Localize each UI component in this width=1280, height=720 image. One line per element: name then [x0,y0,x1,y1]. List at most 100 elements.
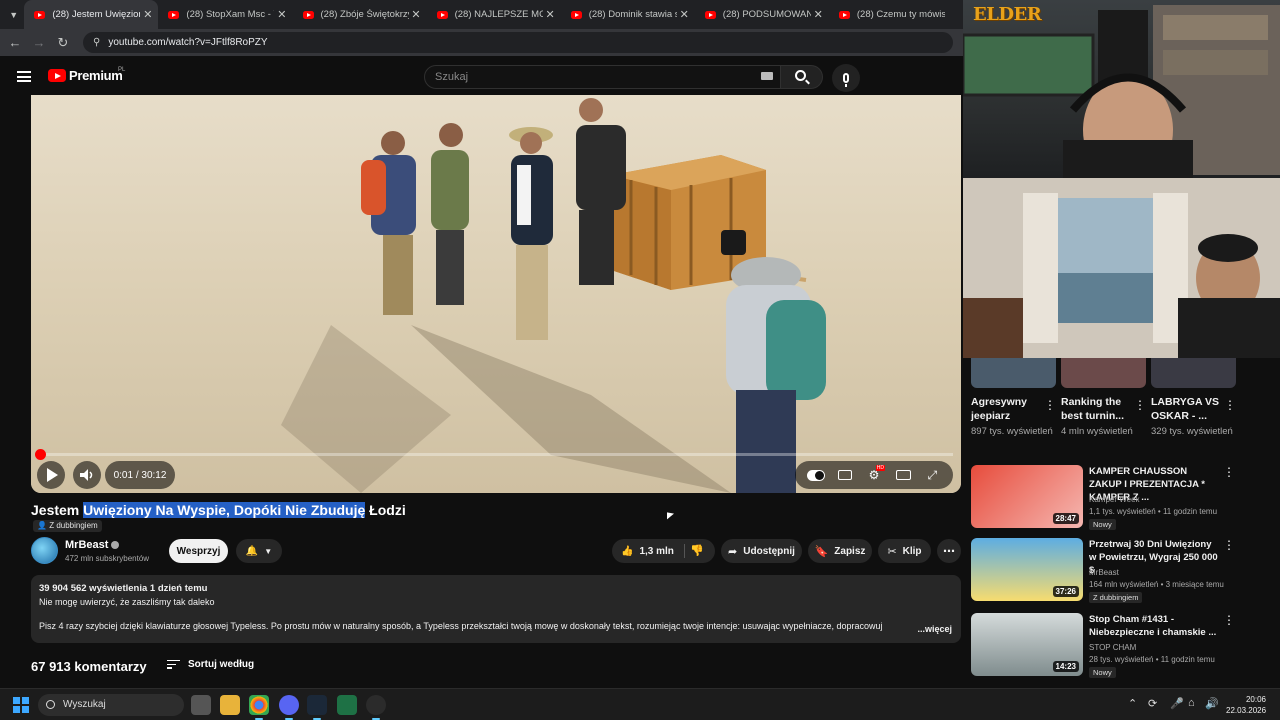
short-item[interactable]: Ranking the best turnin... 4 mln wyświet… [1061,358,1146,439]
channel-name[interactable]: Kamper Week [1089,495,1140,504]
taskbar-search-input[interactable]: Wyszukaj [38,694,184,716]
search-button[interactable] [781,65,823,89]
discord-icon[interactable] [279,695,299,720]
forward-icon[interactable]: → [27,35,51,50]
short-thumbnail[interactable] [1151,358,1236,388]
file-explorer-icon[interactable] [220,695,240,715]
obs-icon[interactable] [366,695,386,720]
progress-bar[interactable] [35,449,953,460]
theater-icon [895,470,911,480]
description-box[interactable]: 39 904 562 wyświetlenia 1 dzień temu Nie… [31,575,961,643]
sort-comments-button[interactable]: Sortuj według [167,659,254,670]
volume-button[interactable] [73,461,101,489]
short-title[interactable]: Ranking the best turnin... [1061,395,1131,423]
play-button[interactable] [37,461,65,489]
video-meta: 28 tys. wyświetleń • 11 godzin temu [1089,655,1215,664]
tab-5[interactable]: (28) PODSUMOWANIE FA ✕ [695,0,829,29]
channel-name[interactable]: STOP CHAM [1089,643,1136,652]
tab-6[interactable]: (28) Czemu ty mówisz, ż [829,0,963,29]
tray-overflow-icon[interactable]: ⌃ [1128,697,1137,710]
video-player[interactable]: 0:01 / 30:12 ⚙ HD ⤢ [31,95,961,493]
short-title[interactable]: Agresywny jeepiarz [971,395,1041,423]
channel-name[interactable]: MrBeast [65,539,120,551]
back-icon[interactable]: ← [3,35,27,50]
task-view-icon[interactable] [191,695,211,715]
short-item[interactable]: LABRYGA VS OSKAR - ... 329 tys. wyświetl… [1151,358,1236,439]
youtube-logo[interactable]: Premium [48,68,123,83]
steam-icon[interactable] [307,695,327,720]
tab-3[interactable]: (28) NAJLEPSZE MOMENT ✕ [427,0,561,29]
more-vert-icon[interactable]: ⋮ [1134,398,1146,412]
recommended-video[interactable]: 14:23 Stop Cham #1431 - Niebezpieczne i … [971,613,1271,678]
short-thumbnail[interactable] [1061,358,1146,388]
video-thumbnail[interactable]: 28:47 [971,465,1083,528]
short-item[interactable]: Agresywny jeepiarz 897 tys. wyświetleń ⋮ [971,358,1056,439]
tab-close-icon[interactable]: ✕ [143,8,152,21]
short-title[interactable]: LABRYGA VS OSKAR - ... [1151,395,1221,423]
tab-search-chevron-icon[interactable]: ▼ [3,4,24,26]
tab-close-icon[interactable]: ✕ [545,8,554,21]
sync-icon[interactable]: ⟳ [1148,697,1157,710]
thumbs-down-icon[interactable]: 👎 [690,544,704,557]
webcam-image [963,178,1280,358]
show-more-link[interactable]: ...więcej [917,624,952,634]
description-line: Nie mogę uwierzyć, że zaszliśmy tak dale… [39,597,215,607]
speaker-icon[interactable]: 🔊 [1205,697,1219,710]
video-thumbnail[interactable]: 14:23 [971,613,1083,676]
more-vert-icon[interactable]: ⋮ [1223,538,1235,552]
excel-icon[interactable] [337,695,357,715]
chrome-icon[interactable] [249,695,269,720]
tab-close-icon[interactable]: ✕ [680,8,689,21]
tab-0[interactable]: (28) Jestem Uwięziony Na ✕ [24,0,159,29]
address-bar: ← → ↻ ⚲ youtube.com/watch?v=JFtlf8RoPZY [0,29,963,56]
search-input[interactable]: Szukaj [424,65,781,89]
short-thumbnail[interactable] [971,358,1056,388]
more-vert-icon[interactable]: ⋮ [1223,465,1235,479]
tab-1[interactable]: (28) StopXam Msc - YouT ✕ [158,0,292,29]
share-button[interactable]: ➦ Udostępnij [721,539,802,563]
tab-4[interactable]: (28) Dominik stawia swoje ✕ [561,0,695,29]
autoplay-toggle[interactable] [806,466,825,484]
settings-button[interactable]: ⚙ HD [865,465,885,484]
volume-icon [80,469,93,481]
recommended-video[interactable]: 28:47 KAMPER CHAUSSON ZAKUP I PREZENTACJ… [971,465,1271,530]
channel-name[interactable]: MrBeast [1089,568,1119,577]
keyboard-icon[interactable] [761,72,773,80]
theater-mode-button[interactable] [894,466,912,484]
start-button[interactable] [13,697,29,713]
url-field[interactable]: ⚲ youtube.com/watch?v=JFtlf8RoPZY [83,32,953,53]
tab-strip: ▼ (28) Jestem Uwięziony Na ✕ (28) StopXa… [0,0,963,29]
network-icon[interactable]: ⌂ [1188,697,1195,709]
more-vert-icon[interactable]: ⋮ [1223,613,1235,627]
menu-icon[interactable] [17,71,31,82]
tab-close-icon[interactable]: ✕ [814,8,823,21]
save-button[interactable]: 🔖 Zapisz [808,539,872,563]
clip-button[interactable]: ✂ Klip [878,539,931,563]
join-button[interactable]: Wesprzyj [169,539,228,563]
streamer-logo: ELDER [973,4,1042,25]
video-thumbnail[interactable]: 37:26 [971,538,1083,601]
more-vert-icon[interactable]: ⋮ [1044,398,1056,412]
reload-icon[interactable]: ↻ [51,35,75,51]
avatar[interactable] [31,537,58,564]
verified-icon [111,541,120,550]
video-meta: 164 mln wyświetleń • 3 miesiące temu [1089,580,1224,589]
recommended-video[interactable]: 37:26 Przetrwaj 30 Dni Uwięziony w Powie… [971,538,1271,603]
microphone-icon[interactable]: 🎤 [1170,697,1184,710]
tab-2[interactable]: (28) Zbóje Świętokrzyscy ✕ [293,0,427,29]
site-info-icon[interactable]: ⚲ [93,37,100,48]
notifications-button[interactable]: 🔔 ▼ [236,539,282,563]
tab-close-icon[interactable]: ✕ [277,8,286,21]
more-vert-icon[interactable]: ⋮ [1224,398,1236,412]
clock[interactable]: 20:06 22.03.2026 [1226,694,1266,716]
more-actions-button[interactable]: ⋯ [937,539,961,563]
video-title[interactable]: Stop Cham #1431 - Niebezpieczne i chamsk… [1089,613,1219,639]
like-button[interactable]: 👍 1,3 mln 👎 [612,539,715,563]
subtitles-button[interactable] [836,466,854,484]
windows-icon [13,706,20,713]
tab-close-icon[interactable]: ✕ [411,8,420,21]
more-icon: ⋯ [943,544,955,558]
progress-scrubber[interactable] [35,449,46,460]
fullscreen-button[interactable]: ⤢ [923,466,941,484]
voice-search-button[interactable] [832,64,860,92]
